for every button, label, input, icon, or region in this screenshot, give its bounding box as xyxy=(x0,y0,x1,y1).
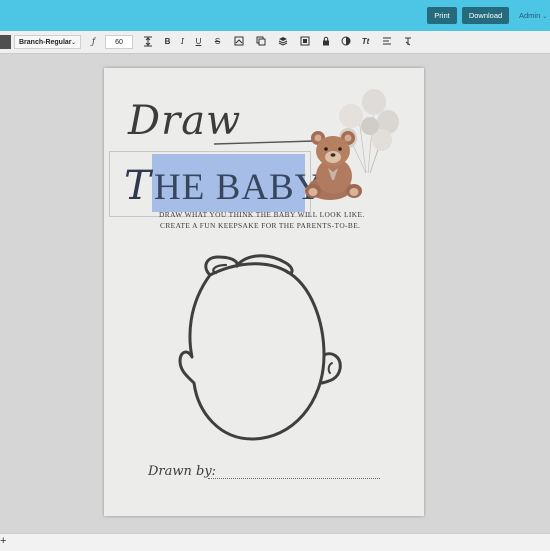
download-button[interactable]: Download xyxy=(462,7,509,24)
flourish-line xyxy=(214,140,314,145)
text-toolbar: Branch-Regular ⌄ ƒ B I U S Tt xyxy=(0,31,550,54)
duplicate-icon[interactable] xyxy=(255,36,266,48)
text-transform-button[interactable]: Tt xyxy=(360,36,371,48)
chevron-down-icon: ⌄ xyxy=(70,40,76,46)
bottom-bar: + xyxy=(0,533,550,551)
title-text[interactable]: HE BABY xyxy=(154,166,322,209)
font-size-input[interactable] xyxy=(105,35,133,49)
underline-button[interactable]: U xyxy=(193,36,204,48)
align-icon[interactable] xyxy=(381,36,392,48)
bold-button[interactable]: B xyxy=(162,36,173,48)
opacity-icon[interactable] xyxy=(340,36,351,48)
drawn-by-label[interactable]: Drawn by: xyxy=(148,464,216,479)
strikethrough-button[interactable]: S xyxy=(212,36,223,48)
bring-forward-icon[interactable] xyxy=(299,36,310,48)
font-style-icon[interactable]: ƒ xyxy=(88,36,99,48)
color-swatch[interactable] xyxy=(0,35,11,49)
subtitle-line-2[interactable]: CREATE A FUN KEEPSAKE FOR THE PARENTS-TO… xyxy=(160,221,360,230)
clear-format-icon[interactable] xyxy=(402,36,413,48)
layers-icon[interactable] xyxy=(277,36,288,48)
add-page-button[interactable]: + xyxy=(0,535,6,547)
drawn-by-line xyxy=(208,478,380,479)
print-button[interactable]: Print xyxy=(427,7,457,24)
font-name: Branch-Regular xyxy=(19,39,72,46)
chevron-down-icon: ⌄ xyxy=(542,14,548,20)
admin-label: Admin xyxy=(519,11,541,20)
line-height-icon[interactable] xyxy=(142,36,153,48)
lock-icon[interactable] xyxy=(320,36,331,48)
design-canvas[interactable]: Draw T HE BABY DRAW WHAT YOU THINK THE B… xyxy=(104,68,424,516)
top-bar: Print Download Admin ⌄ xyxy=(0,0,550,31)
teddy-bear-illustration[interactable] xyxy=(304,88,399,203)
italic-button[interactable]: I xyxy=(177,36,188,48)
title-script-t: T xyxy=(124,163,151,209)
admin-menu[interactable]: Admin ⌄ xyxy=(519,11,547,20)
subtitle-line-1[interactable]: DRAW WHAT YOU THINK THE BABY WILL LOOK L… xyxy=(159,210,365,219)
font-select[interactable]: Branch-Regular ⌄ xyxy=(14,35,81,49)
baby-head-outline[interactable] xyxy=(174,253,354,448)
image-icon[interactable] xyxy=(233,36,244,48)
